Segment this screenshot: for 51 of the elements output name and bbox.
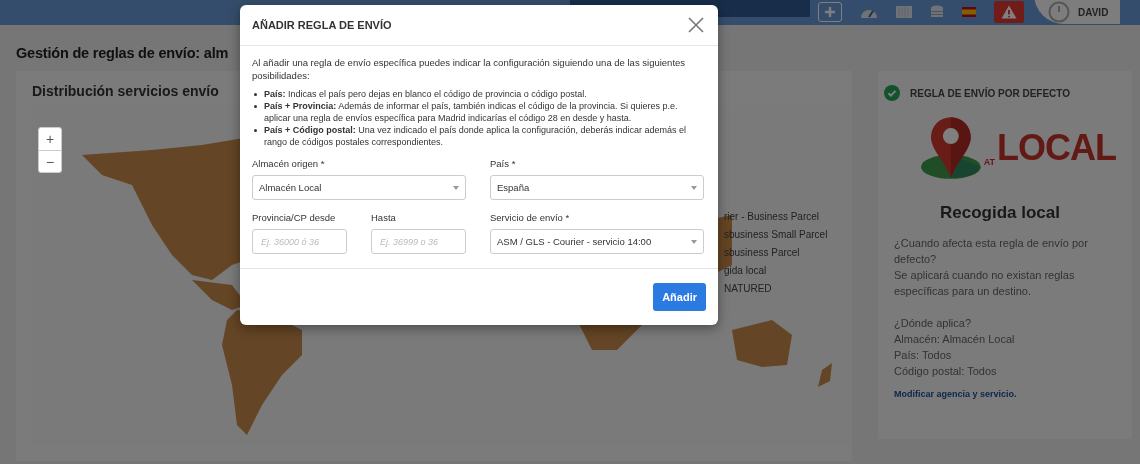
warning-button[interactable]	[994, 1, 1024, 23]
card-title: Distribución servicios envío	[32, 83, 219, 99]
info-text: ¿Cuando afecta esta regla de envío por defecto?	[894, 236, 1089, 267]
map-pin-icon	[918, 115, 984, 181]
legend-item: rier - Business Parcel	[724, 211, 821, 224]
caret-icon	[691, 239, 697, 244]
coins-icon[interactable]	[930, 5, 944, 19]
dropdown[interactable]: ASM / GLS - Courier - servicio 14:00	[490, 229, 704, 254]
logo-text: LOCAL	[997, 127, 1116, 169]
dropdown[interactable]: Almacén Local	[252, 175, 466, 200]
user-menu[interactable]: DAVID	[1034, 0, 1121, 24]
zoom-button[interactable]: −	[39, 150, 61, 172]
close-icon[interactable]	[688, 17, 704, 33]
field-label: Provincia/CP desde	[252, 212, 337, 223]
card-heading: REGLA DE ENVÍO POR DEFECTO	[910, 87, 1071, 99]
intro-text: Al añadir una regla de envío específica puedes indicar la configuración siguiendo una de las siguientes posibilidades:	[252, 56, 687, 82]
info-text: Se aplicará cuando no existan reglas específicas para un destino.	[894, 268, 1076, 299]
info-text: Almacén: Almacén Local	[894, 332, 1016, 347]
add-button[interactable]	[818, 2, 842, 22]
info-text: Código postal: Todos	[894, 364, 998, 379]
info-text: ¿Dónde aplica?	[894, 316, 973, 331]
caret-icon	[453, 185, 459, 190]
legend-item: gida local	[724, 265, 768, 278]
user-name: DAVID	[1078, 6, 1109, 18]
bullet-text: País + Provincia: Además de informar el país, también indicas el código de la provincia. Si quieres p.e. aplicar una regla de envíos específica para Madrid indicarías el código 28 en desde y hasta.	[264, 100, 679, 124]
flag-icon[interactable]	[962, 7, 976, 17]
service-name: Recogida local	[939, 203, 1061, 223]
field-label: Servicio de envío *	[490, 212, 571, 223]
check-circle-icon[interactable]	[884, 85, 900, 101]
power-icon[interactable]	[1048, 1, 1070, 23]
logo-text: AT	[983, 157, 995, 167]
info-text: País: Todos	[894, 348, 953, 363]
caret-icon	[691, 185, 697, 190]
bullet-text: País: Indicas el país pero dejas en blanco el código de provincia o código postal.	[264, 88, 587, 100]
field-label: País *	[490, 158, 517, 169]
warning-icon	[1001, 5, 1017, 19]
bullet-text: País + Código postal: Una vez indicado el país donde aplica la configuración, deberás indicar además el rango de códigos postales correspondientes.	[264, 124, 687, 148]
bullet-icon	[254, 129, 257, 132]
legend-item: NATURED	[724, 283, 773, 296]
zoom-button[interactable]: +	[39, 128, 61, 150]
edit-link[interactable]: Modificar agencia y servicio.	[894, 389, 1116, 399]
page-title: Gestión de reglas de envío: alm	[16, 45, 229, 61]
add-button[interactable]: Añadir	[653, 283, 706, 311]
plus-icon	[824, 6, 836, 18]
field-label: Hasta	[371, 212, 397, 223]
field-label: Almacén origen *	[252, 158, 326, 169]
dialog-title: AÑADIR REGLA DE ENVÍO	[252, 19, 392, 31]
bullet-icon	[254, 105, 257, 108]
bullet-icon	[254, 93, 257, 96]
input-field[interactable]: Ej. 36999 o 36	[371, 229, 466, 254]
dropdown[interactable]: España	[490, 175, 704, 200]
